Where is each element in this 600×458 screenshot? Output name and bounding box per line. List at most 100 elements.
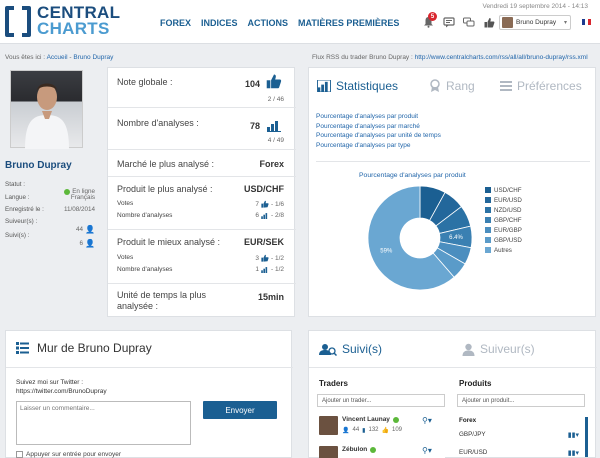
tab-rang[interactable]: Rang [429,79,475,93]
trader-name-wrap: Vincent Launay [342,416,399,423]
message-icon[interactable] [441,15,457,29]
following-value: 6 [79,240,84,247]
tab-suiveurs-label: Suiveur(s) [480,342,535,356]
thumbs-up-icon [261,254,269,262]
market-value: Forex [259,159,284,169]
market-row: Marché le plus analysé : Forex [108,150,296,177]
tab-suivis-label: Suivi(s) [342,342,383,356]
legend-swatch [485,237,491,243]
legend-item[interactable]: USD/CHF [485,186,522,196]
site-logo[interactable]: CENTRAL CHARTS [5,4,130,37]
votes-score: - 1/2 [270,254,284,262]
analyses-count-label: Nombre d'analyses [117,212,173,219]
votes-label: Votes [117,254,134,261]
best-product-value: EUR/SEK [243,237,284,247]
product-row[interactable]: GBP/JPY ▮▮▾ [459,431,587,439]
legend-item[interactable]: NZD/USD [485,206,522,216]
chat-icon[interactable] [461,15,477,29]
nav-matieres-premieres[interactable]: MATIÈRES PREMIÈRES [298,18,399,28]
nav-actions[interactable]: ACTIONS [248,18,289,28]
analyses-count: 1 [255,266,259,273]
link-by-market[interactable]: Pourcentage d'analyses par marché [316,122,441,132]
legend-item[interactable]: GBP/CHF [485,216,522,226]
breadcrumb-current[interactable]: Bruno Dupray [73,54,113,61]
registered-value: 11/08/2014 [63,206,95,213]
comment-input[interactable] [16,401,191,445]
market-label: Marché le plus analysé : [117,159,215,169]
product-row[interactable]: EUR/USD ▮▮▾ [459,449,587,457]
twitter-text: Suivez moi sur Twitter : https://twitter… [16,378,107,396]
status-label: Statut : [5,181,25,188]
note-row: Note globale : 104 2 / 46 [108,68,296,108]
note-value: 104 [244,79,260,89]
top-product-votes: 7 - 1/6 [255,200,284,208]
logo-mark-icon [5,6,31,37]
products-heading: Produits [459,379,492,388]
profile-following-row[interactable]: Suivi(s) : 6 👤 [5,232,95,248]
divider [309,367,597,368]
trader-name[interactable]: Vincent Launay [342,416,390,423]
breadcrumb-home[interactable]: Accueil [47,54,68,61]
nav-forex[interactable]: FOREX [160,18,191,28]
link-by-type[interactable]: Pourcentage d'analyses par type [316,141,441,151]
legend-swatch [485,217,491,223]
timeframe-label: Unité de temps la plus analysée : [117,290,207,311]
note-label: Note globale : [117,77,173,87]
top-product-value: USD/CHF [244,184,284,194]
product-name[interactable]: EUR/USD [459,449,487,456]
profile-language-row: Langue : Français [5,194,95,201]
stats-links: Pourcentage d'analyses par produit Pourc… [316,112,441,150]
follow-toggle-icon[interactable]: ⚲▾ [422,416,432,425]
best-product-row: Produit le mieux analysé : EUR/SEK Votes… [108,230,296,284]
language-label: Langue : [5,194,30,201]
trader-stat-a: 44 [352,427,360,433]
thumbs-up-icon[interactable] [481,15,497,29]
bar-chart-icon [261,267,268,273]
tab-statistiques[interactable]: Statistiques [317,79,398,93]
pie-chart: 6.4% 59% [367,185,473,291]
divider [316,161,590,162]
registered-label: Enregistré le : [5,206,44,213]
legend-item[interactable]: EUR/USD [485,196,522,206]
add-product-input[interactable]: Ajouter un produit... [457,394,585,407]
bar-chart-icon [261,213,268,219]
link-by-timeframe[interactable]: Pourcentage d'analyses par unité de temp… [316,131,441,141]
enter-to-send-checkbox[interactable]: Appuyer sur entrée pour envoyer [16,451,121,458]
legend-label: NZD/USD [494,207,522,214]
tab-suivis[interactable]: Suivi(s) [319,342,382,356]
trader-name[interactable]: Zébulon [342,446,367,453]
tab-preferences[interactable]: Préférences [500,79,582,93]
legend-item[interactable]: EUR/GBP [485,226,522,236]
product-name[interactable]: GBP/JPY [459,431,486,438]
wall-panel: Mur de Bruno Dupray Suivez moi sur Twitt… [5,330,293,458]
trader-row[interactable]: Vincent Launay 👤 44 ▮ 132 👍 109 ⚲▾ [319,414,445,444]
rss-link[interactable]: http://www.centralcharts.com/rss/all/all… [415,54,588,61]
twitter-line-1: Suivez moi sur Twitter : [16,379,84,386]
user-menu[interactable]: Bruno Dupray ▾ [499,15,571,30]
legend-item[interactable]: Autres [485,246,522,256]
nav-indices[interactable]: INDICES [201,18,238,28]
votes-label: Votes [117,200,134,207]
analyses-label: Nombre d'analyses : [117,118,199,128]
trader-row[interactable]: Zébulon ⚲▾ [319,444,445,458]
send-button[interactable]: Envoyer [203,401,277,419]
analyses-score: - 1/2 [270,266,284,273]
user-icon [462,343,475,356]
product-actions-icon[interactable]: ▮▮▾ [568,449,579,457]
bell-icon[interactable]: 5 [420,12,437,29]
legend-item[interactable]: GBP/USD [485,236,522,246]
follow-toggle-icon[interactable]: ⚲▾ [422,446,432,455]
breadcrumb-prefix: Vous êtes ici : [5,54,46,61]
twitter-link[interactable]: https://twitter.com/BrunoDupray [16,387,107,396]
link-by-product[interactable]: Pourcentage d'analyses par produit [316,112,441,122]
best-product-label: Produit le mieux analysé : [117,237,221,247]
tab-suiveurs[interactable]: Suiveur(s) [462,342,535,356]
product-actions-icon[interactable]: ▮▮▾ [568,431,579,439]
online-dot-icon [370,446,377,453]
analyses-score: - 2/8 [270,212,284,219]
trader-stat-b: 132 [368,427,379,433]
flag-fr-icon[interactable] [582,19,591,25]
profile-followers-row[interactable]: Suiveur(s) : 44 👤 [5,218,95,234]
checkbox[interactable] [16,451,23,458]
add-trader-input[interactable]: Ajouter un trader... [317,394,445,407]
